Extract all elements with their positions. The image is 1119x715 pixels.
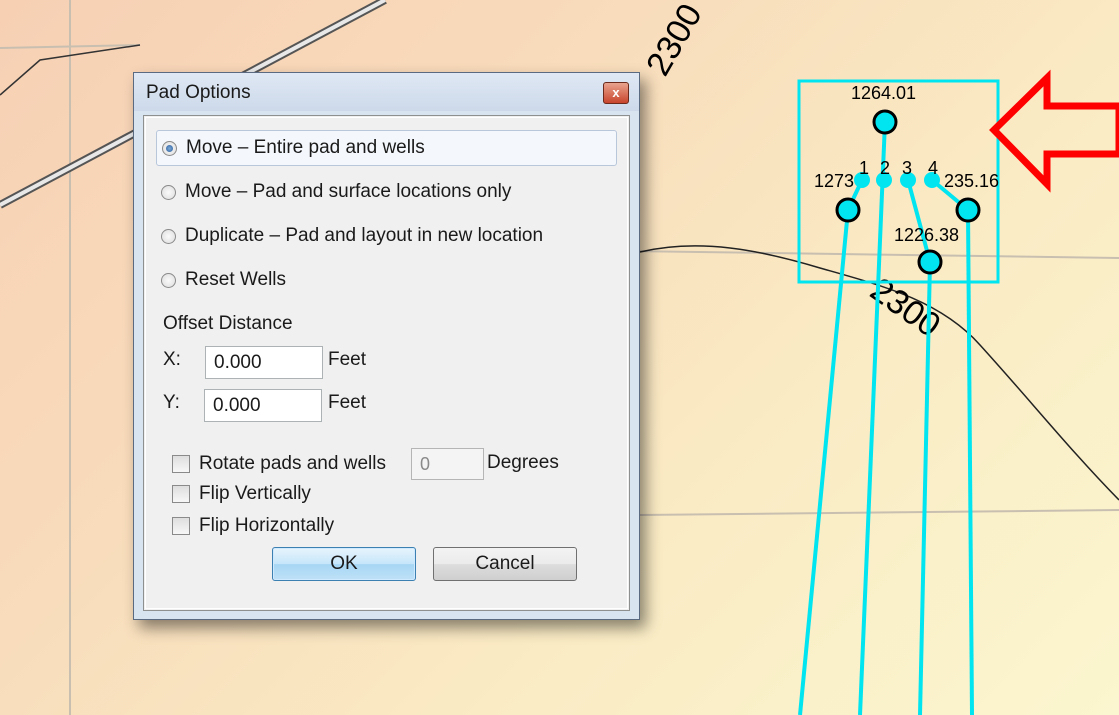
y-label: Y:: [163, 392, 180, 413]
radio-reset-wells[interactable]: [161, 272, 176, 288]
flip-horizontal-row[interactable]: Flip Horizontally: [172, 512, 334, 540]
x-label: X:: [163, 349, 181, 370]
close-button[interactable]: x: [603, 82, 629, 104]
option-label: Move – Pad and surface locations only: [185, 181, 512, 202]
ok-button[interactable]: OK: [272, 547, 416, 581]
flip-horizontal-label: Flip Horizontally: [199, 515, 335, 536]
rotate-degrees-input[interactable]: [411, 448, 484, 480]
well-depth-label: 235.16: [944, 171, 999, 191]
well-paths: [798, 121, 974, 715]
radio-move-surface[interactable]: [161, 184, 176, 200]
y-offset-input[interactable]: [204, 389, 322, 422]
rotate-label: Rotate pads and wells: [199, 453, 386, 474]
dialog-title: Pad Options: [146, 82, 251, 103]
rotate-checkbox[interactable]: [172, 455, 190, 473]
radio-duplicate[interactable]: [161, 228, 176, 244]
option-label: Move – Entire pad and wells: [186, 137, 425, 158]
cancel-button[interactable]: Cancel: [433, 547, 577, 581]
well-depth-label: 1226.38: [894, 225, 959, 245]
rotate-row[interactable]: Rotate pads and wells: [172, 450, 386, 478]
flip-horizontal-checkbox[interactable]: [172, 517, 190, 535]
well-number-label: 4: [928, 158, 938, 178]
option-label: Reset Wells: [185, 269, 287, 290]
contour-label-top: 2300: [639, 0, 710, 82]
flip-vertical-label: Flip Vertically: [199, 483, 311, 504]
callout-arrow: [989, 69, 1119, 193]
close-icon: x: [612, 85, 620, 100]
dialog-body: Move – Entire pad and wells Move – Pad a…: [143, 115, 630, 611]
x-unit-label: Feet: [328, 349, 367, 370]
option-label: Duplicate – Pad and layout in new locati…: [185, 225, 544, 246]
option-move-entire[interactable]: Move – Entire pad and wells: [156, 130, 617, 166]
y-unit-label: Feet: [328, 392, 367, 413]
option-move-surface[interactable]: Move – Pad and surface locations only: [156, 174, 617, 210]
dialog-titlebar[interactable]: Pad Options x: [134, 73, 639, 111]
x-offset-input[interactable]: [205, 346, 323, 379]
well-depth-label: 1273: [814, 171, 854, 191]
well-number-label: 2: [880, 158, 890, 178]
degrees-label: Degrees: [487, 452, 559, 473]
flip-vertical-checkbox[interactable]: [172, 485, 190, 503]
option-reset-wells[interactable]: Reset Wells: [156, 262, 617, 298]
well-number-label: 1: [859, 158, 869, 178]
pad-options-dialog: Pad Options x Move – Entire pad and well…: [133, 72, 640, 620]
well-number-label: 3: [902, 158, 912, 178]
well-depth-label: 1264.01: [851, 83, 916, 103]
radio-move-entire[interactable]: [162, 140, 177, 156]
flip-vertical-row[interactable]: Flip Vertically: [172, 480, 311, 508]
option-duplicate[interactable]: Duplicate – Pad and layout in new locati…: [156, 218, 617, 254]
offset-distance-heading: Offset Distance: [163, 313, 293, 334]
